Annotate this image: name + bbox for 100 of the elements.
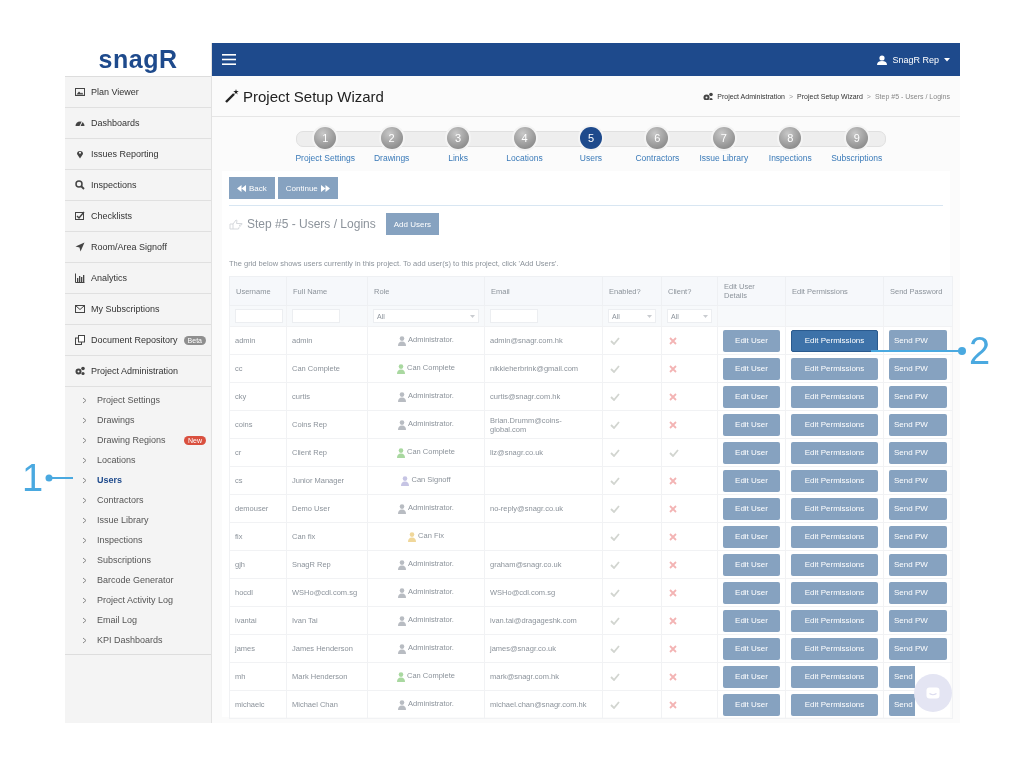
logo: snagR [65, 43, 211, 77]
step-number[interactable]: 7 [712, 127, 735, 149]
step-number[interactable]: 6 [646, 127, 669, 149]
edit-permissions-button[interactable]: Edit Permissions [791, 525, 878, 548]
gears-icon [703, 92, 714, 100]
edit-user-button[interactable]: Edit User [723, 609, 780, 632]
step-label[interactable]: Locations [506, 153, 543, 163]
edit-permissions-button[interactable]: Edit Permissions [791, 329, 878, 352]
step-label[interactable]: Links [448, 153, 468, 163]
edit-permissions-button[interactable]: Edit Permissions [791, 357, 878, 380]
edit-user-button[interactable]: Edit User [723, 329, 780, 352]
add-users-button[interactable]: Add Users [385, 213, 440, 235]
step-label[interactable]: Contractors [635, 153, 680, 163]
send-password-button[interactable]: Send [889, 693, 915, 716]
magic-wand-icon [225, 89, 239, 103]
submenu-item[interactable]: Drawings [65, 410, 211, 430]
edit-permissions-button[interactable]: Edit Permissions [791, 385, 878, 408]
picture-icon [75, 87, 85, 97]
menu-item[interactable]: Room/Area Signoff [65, 232, 211, 263]
documents-icon [75, 335, 85, 345]
edit-permissions-button[interactable]: Edit Permissions [791, 497, 878, 520]
edit-permissions-button[interactable]: Edit Permissions [791, 553, 878, 576]
page-title: Project Setup Wizard [243, 87, 384, 105]
step-label[interactable]: Drawings [373, 153, 410, 163]
submenu-item[interactable]: Contractors [65, 490, 211, 510]
submenu-item[interactable]: Issue Library [65, 510, 211, 530]
continue-button[interactable]: Continue [277, 177, 338, 199]
chevron-icon [82, 476, 87, 484]
hand-pointing-icon [229, 218, 243, 230]
menu-item[interactable]: Issues Reporting [65, 139, 211, 170]
submenu-item[interactable]: Email Log [65, 610, 211, 630]
edit-user-button[interactable]: Edit User [723, 385, 780, 408]
edit-user-button[interactable]: Edit User [723, 497, 780, 520]
menu-item[interactable]: Checklists [65, 201, 211, 232]
edit-user-button[interactable]: Edit User [723, 357, 780, 380]
send-password-button[interactable]: Send PW [889, 525, 947, 548]
step-number[interactable]: 5 [579, 127, 602, 149]
step-label[interactable]: Project Settings [295, 153, 355, 163]
submenu-item[interactable]: KPI Dashboards [65, 630, 211, 650]
leader-line [45, 474, 74, 482]
step-label[interactable]: Users [579, 153, 603, 163]
edit-user-button[interactable]: Edit User [723, 665, 780, 688]
send-password-button[interactable]: Send PW [889, 609, 947, 632]
edit-permissions-button[interactable]: Edit Permissions [791, 413, 878, 436]
fast-forward-icon [320, 184, 330, 192]
step-number[interactable]: 3 [447, 127, 470, 149]
edit-user-button[interactable]: Edit User [723, 469, 780, 492]
edit-permissions-button[interactable]: Edit Permissions [791, 581, 878, 604]
submenu-item[interactable]: Project Activity Log [65, 590, 211, 610]
user-icon [877, 54, 888, 65]
send-password-button[interactable]: Send PW [889, 441, 947, 464]
step-number[interactable]: 1 [314, 127, 337, 149]
send-password-button[interactable]: Send PW [889, 469, 947, 492]
edit-user-button[interactable]: Edit User [723, 413, 780, 436]
step-number[interactable]: 8 [779, 127, 802, 149]
send-password-button[interactable]: Send PW [889, 329, 947, 352]
send-password-button[interactable]: Send PW [889, 357, 947, 380]
menu-item[interactable]: Dashboards [65, 108, 211, 139]
step-label[interactable]: Issue Library [699, 153, 749, 163]
send-password-button[interactable]: Send PW [889, 553, 947, 576]
step-heading: Step #5 - Users / Logins [247, 217, 376, 231]
send-password-button[interactable]: Send PW [889, 497, 947, 520]
edit-permissions-button[interactable]: Edit Permissions [791, 469, 878, 492]
send-password-button[interactable]: Send PW [889, 581, 947, 604]
send-password-button[interactable]: Send PW [889, 385, 947, 408]
step-number[interactable]: 9 [845, 127, 868, 149]
step-label[interactable]: Inspections [768, 153, 812, 163]
edit-permissions-button[interactable]: Edit Permissions [791, 693, 878, 716]
menu-item[interactable]: Analytics [65, 263, 211, 294]
menu-item[interactable]: My Subscriptions [65, 294, 211, 325]
submenu-item[interactable]: Barcode Generator [65, 570, 211, 590]
submenu-item[interactable]: Users [65, 470, 211, 490]
paper-plane-icon [75, 242, 85, 252]
edit-user-button[interactable]: Edit User [723, 637, 780, 660]
send-password-button[interactable]: Send PW [889, 637, 947, 660]
step-number[interactable]: 2 [380, 127, 403, 149]
step-label[interactable]: Subscriptions [831, 153, 883, 163]
menu-item[interactable]: Inspections [65, 170, 211, 201]
menu-icon [222, 54, 236, 65]
submenu-item[interactable]: Locations [65, 450, 211, 470]
edit-user-button[interactable]: Edit User [723, 693, 780, 716]
edit-permissions-button[interactable]: Edit Permissions [791, 609, 878, 632]
step-number[interactable]: 4 [513, 127, 536, 149]
edit-permissions-button[interactable]: Edit Permissions [791, 441, 878, 464]
send-password-button[interactable]: Send PW [889, 413, 947, 436]
back-button[interactable]: Back [229, 177, 275, 199]
edit-user-button[interactable]: Edit User [723, 441, 780, 464]
submenu-item[interactable]: Project Settings [65, 390, 211, 410]
edit-user-button[interactable]: Edit User [723, 525, 780, 548]
edit-permissions-button[interactable]: Edit Permissions [791, 637, 878, 660]
edit-user-button[interactable]: Edit User [723, 553, 780, 576]
menu-item[interactable]: Project Administration [65, 356, 211, 387]
submenu-item[interactable]: Subscriptions [65, 550, 211, 570]
edit-permissions-button[interactable]: Edit Permissions [791, 665, 878, 688]
send-password-button[interactable]: Send [889, 665, 915, 688]
menu-item[interactable]: Plan Viewer [65, 77, 211, 108]
submenu-item[interactable]: Inspections [65, 530, 211, 550]
user-menu[interactable]: SnagR Rep [877, 54, 950, 65]
rewind-icon [237, 184, 246, 192]
edit-user-button[interactable]: Edit User [723, 581, 780, 604]
